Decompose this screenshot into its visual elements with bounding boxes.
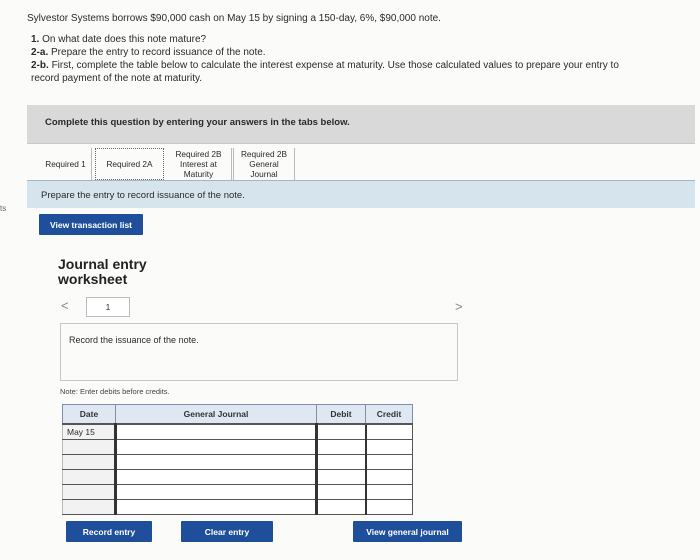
question-2a-text: Prepare the entry to record issuance of … (51, 47, 266, 58)
general-journal-column-header: General Journal (115, 404, 317, 425)
question-2b: 2-b. First, complete the table below to … (27, 59, 687, 72)
debit-cell[interactable] (315, 499, 366, 515)
table-row (62, 439, 413, 455)
credit-cell[interactable] (364, 454, 413, 470)
tab-required-2a[interactable]: Required 2A (95, 148, 164, 180)
prompt-text: Prepare the entry to record issuance of … (41, 190, 245, 201)
debit-cell[interactable] (315, 439, 366, 455)
instruction-text: Record the issuance of the note. (69, 335, 199, 345)
debits-note: Note: Enter debits before credits. (60, 387, 170, 396)
table-row (62, 469, 413, 485)
date-cell[interactable] (62, 469, 116, 485)
debit-cell[interactable] (315, 469, 366, 485)
question-1-text: On what date does this note mature? (42, 34, 207, 45)
tab-label: Required 2B (240, 149, 288, 159)
question-2a-number: 2-a. (31, 47, 49, 58)
question-2a: 2-a. Prepare the entry to record issuanc… (27, 46, 687, 59)
account-cell[interactable] (114, 469, 317, 485)
debit-cell[interactable] (315, 484, 366, 500)
credit-cell[interactable] (364, 423, 413, 440)
next-arrow-icon[interactable]: > (455, 299, 463, 314)
date-cell[interactable]: May 15 (62, 423, 116, 440)
tab-label: Interest at (180, 159, 217, 169)
tab-label: Required 2A (106, 159, 153, 169)
table-row (62, 484, 413, 500)
record-entry-button[interactable]: Record entry (66, 521, 152, 542)
date-cell[interactable] (62, 484, 116, 500)
table-row (62, 499, 413, 515)
worksheet-title: Journal entry worksheet (58, 257, 147, 287)
prev-arrow-icon[interactable]: < (61, 298, 69, 313)
tab-label: Required 1 (45, 159, 86, 169)
account-cell[interactable] (114, 423, 317, 440)
tab-label: General (249, 159, 279, 169)
worksheet-title-line1: Journal entry (58, 256, 147, 272)
tab-label: Maturity (183, 169, 214, 179)
account-cell[interactable] (114, 439, 317, 455)
tab-label: Required 2B (175, 149, 222, 159)
journal-header-row: Date General Journal Debit Credit (62, 404, 413, 425)
credit-cell[interactable] (364, 499, 413, 515)
tab-required-2b-interest[interactable]: Required 2B Interest at Maturity (166, 148, 232, 180)
question-2b-text-line1: First, complete the table below to calcu… (51, 60, 619, 71)
credit-cell[interactable] (364, 439, 413, 455)
credit-column-header: Credit (365, 404, 413, 425)
page-number[interactable]: 1 (86, 297, 130, 317)
view-transaction-list-button[interactable]: View transaction list (39, 214, 143, 235)
credit-cell[interactable] (364, 469, 413, 485)
question-1: 1. On what date does this note mature? (27, 33, 687, 46)
tab-required-1[interactable]: Required 1 (40, 148, 92, 180)
credit-cell[interactable] (364, 484, 413, 500)
panel-header: Complete this question by entering your … (27, 105, 695, 144)
account-cell[interactable] (114, 499, 317, 515)
account-cell[interactable] (114, 454, 317, 470)
worksheet-title-line2: worksheet (58, 271, 128, 287)
clear-entry-button[interactable]: Clear entry (181, 521, 273, 542)
table-row: May 15 (62, 423, 413, 440)
problem-text: Sylvestor Systems borrows $90,000 cash o… (27, 12, 687, 85)
tab-label: Journal (250, 169, 278, 179)
problem-statement: Sylvestor Systems borrows $90,000 cash o… (27, 13, 441, 24)
question-2b-continued: record payment of the note at maturity. (31, 73, 203, 84)
instruction-box: Record the issuance of the note. (60, 323, 458, 381)
edge-mark: ts (0, 204, 7, 213)
journal-table: Date General Journal Debit Credit May 15 (62, 404, 413, 515)
account-cell[interactable] (114, 484, 317, 500)
date-cell[interactable] (62, 454, 116, 470)
debit-cell[interactable] (315, 454, 366, 470)
panel-header-text: Complete this question by entering your … (45, 117, 350, 128)
date-cell[interactable] (62, 439, 116, 455)
view-general-journal-button[interactable]: View general journal (353, 521, 462, 542)
debit-column-header: Debit (316, 404, 366, 425)
question-1-number: 1. (31, 34, 40, 45)
prompt-bar: Prepare the entry to record issuance of … (27, 180, 695, 208)
date-cell[interactable] (62, 499, 116, 515)
table-row (62, 454, 413, 470)
tab-required-2b-journal[interactable]: Required 2B General Journal (233, 148, 295, 180)
question-2b-number: 2-b. (31, 60, 49, 71)
date-column-header: Date (62, 404, 116, 425)
debit-cell[interactable] (315, 423, 366, 440)
